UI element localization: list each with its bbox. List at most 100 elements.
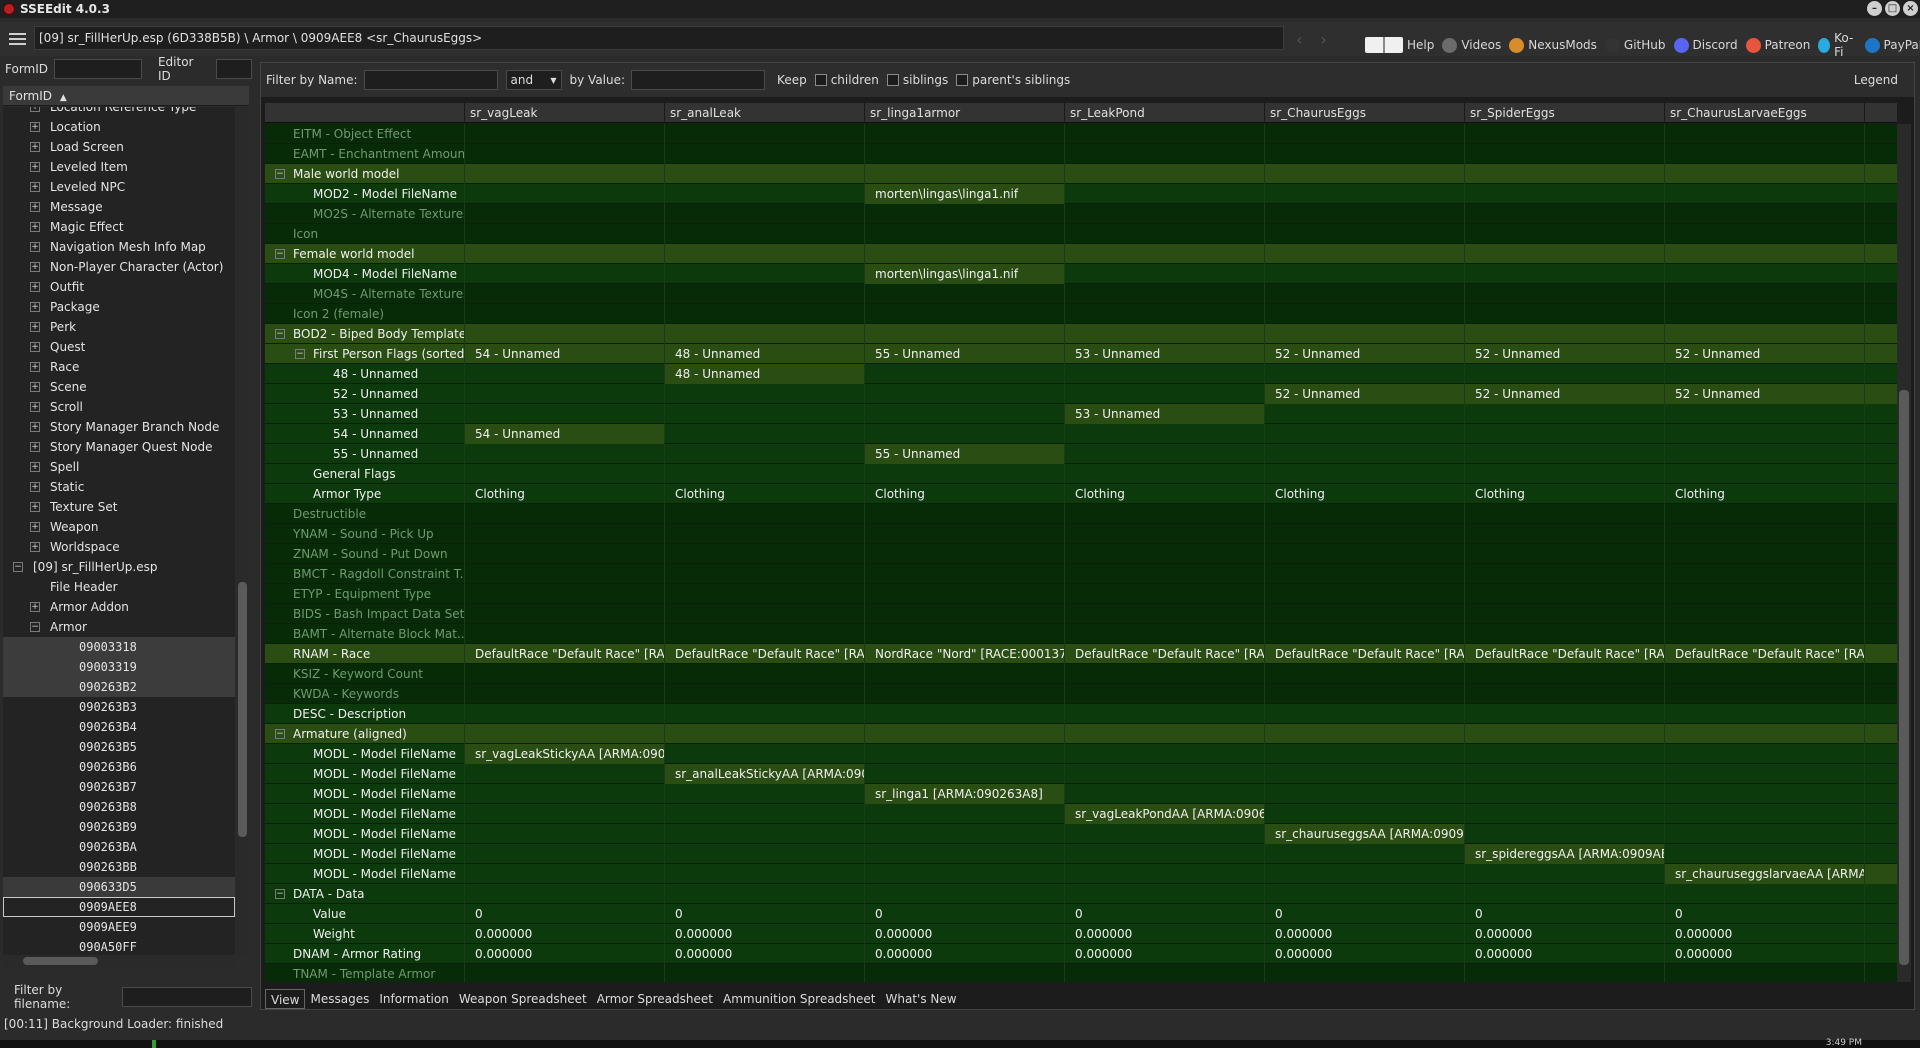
field-label-cell[interactable]: Icon 2 (female): [265, 304, 465, 324]
value-cell[interactable]: [1265, 624, 1465, 644]
record-column-header[interactable]: sr_linga1armor: [865, 103, 1065, 123]
value-cell[interactable]: [865, 744, 1065, 764]
value-cell[interactable]: DefaultRace "Default Race" [RAC...: [1465, 644, 1665, 664]
collapse-icon[interactable]: −: [13, 562, 23, 572]
value-cell[interactable]: [1065, 964, 1265, 982]
value-cell[interactable]: [465, 624, 665, 644]
formid-input[interactable]: [54, 59, 142, 79]
tree-item[interactable]: 090263B2: [3, 677, 235, 697]
expand-icon[interactable]: +: [30, 142, 40, 152]
tree-item[interactable]: 090263B5: [3, 737, 235, 757]
value-cell[interactable]: [865, 844, 1065, 864]
value-cell[interactable]: [465, 324, 665, 344]
value-cell[interactable]: [1465, 304, 1665, 324]
value-cell[interactable]: 54 - Unnamed: [465, 424, 665, 444]
value-cell[interactable]: [1665, 544, 1865, 564]
value-cell[interactable]: [1065, 144, 1265, 164]
tree-column-header[interactable]: FormID ▲: [3, 86, 249, 106]
field-label-cell[interactable]: MODL - Model FileName: [265, 744, 465, 764]
value-cell[interactable]: 0.000000: [865, 944, 1065, 964]
value-cell[interactable]: [465, 304, 665, 324]
field-label-cell[interactable]: MODL - Model FileName: [265, 864, 465, 884]
value-cell[interactable]: [865, 764, 1065, 784]
value-cell[interactable]: [1465, 164, 1665, 184]
record-column-header[interactable]: sr_ChaurusEggs: [1265, 103, 1465, 123]
collapse-icon[interactable]: −: [30, 622, 40, 632]
field-label-cell[interactable]: MOD2 - Model FileName: [265, 184, 465, 204]
value-cell[interactable]: [1465, 144, 1665, 164]
tree-item[interactable]: + Scene: [3, 377, 235, 397]
value-cell[interactable]: [865, 564, 1065, 584]
value-cell[interactable]: [1665, 704, 1865, 724]
tree-item[interactable]: − [09] sr_FillHerUp.esp: [3, 557, 235, 577]
value-cell[interactable]: [1465, 744, 1665, 764]
value-cell[interactable]: 0: [1265, 904, 1465, 924]
field-label-cell[interactable]: MOD4 - Model FileName: [265, 264, 465, 284]
field-label-cell[interactable]: 53 - Unnamed: [265, 404, 465, 424]
value-cell[interactable]: [665, 964, 865, 982]
collapse-icon[interactable]: −: [275, 169, 285, 179]
value-cell[interactable]: [1665, 684, 1865, 704]
value-cell[interactable]: [865, 664, 1065, 684]
value-cell[interactable]: [1665, 124, 1865, 144]
field-label-cell[interactable]: − BOD2 - Biped Body Template: [265, 324, 465, 344]
expand-icon[interactable]: +: [30, 422, 40, 432]
value-cell[interactable]: [1665, 444, 1865, 464]
value-cell[interactable]: [1465, 224, 1665, 244]
value-cell[interactable]: [1265, 364, 1465, 384]
value-cell[interactable]: 53 - Unnamed: [1065, 404, 1265, 424]
value-cell[interactable]: [465, 464, 665, 484]
value-cell[interactable]: [465, 964, 665, 982]
field-label-cell[interactable]: ETYP - Equipment Type: [265, 584, 465, 604]
tree-item[interactable]: + Outfit: [3, 277, 235, 297]
tree-item[interactable]: + Leveled NPC: [3, 177, 235, 197]
value-cell[interactable]: [465, 764, 665, 784]
value-cell[interactable]: [865, 624, 1065, 644]
field-label-cell[interactable]: MODL - Model FileName: [265, 824, 465, 844]
tab-view[interactable]: View: [265, 989, 306, 1009]
value-cell[interactable]: [865, 604, 1065, 624]
value-cell[interactable]: [1265, 184, 1465, 204]
field-label-cell[interactable]: KWDA - Keywords: [265, 684, 465, 704]
value-cell[interactable]: [1465, 184, 1665, 204]
value-cell[interactable]: 55 - Unnamed: [865, 344, 1065, 364]
value-cell[interactable]: NordRace "Nord" [RACE:0001374...: [865, 644, 1065, 664]
tree-item[interactable]: 090263B3: [3, 697, 235, 717]
value-cell[interactable]: [1265, 844, 1465, 864]
tree-item[interactable]: 090263B9: [3, 817, 235, 837]
value-cell[interactable]: [1465, 504, 1665, 524]
value-cell[interactable]: [1665, 884, 1865, 904]
value-cell[interactable]: 0: [1065, 904, 1265, 924]
value-cell[interactable]: 0: [465, 904, 665, 924]
value-cell[interactable]: [1265, 784, 1465, 804]
minimize-button[interactable]: –: [1867, 1, 1882, 16]
record-column-header[interactable]: sr_SpiderEggs: [1465, 103, 1665, 123]
value-cell[interactable]: 0.000000: [1665, 924, 1865, 944]
tree-item[interactable]: + Load Screen: [3, 137, 235, 157]
value-cell[interactable]: [665, 824, 865, 844]
value-cell[interactable]: [1665, 824, 1865, 844]
value-cell[interactable]: [865, 324, 1065, 344]
value-cell[interactable]: 0.000000: [1065, 944, 1265, 964]
value-cell[interactable]: [665, 244, 865, 264]
field-label-cell[interactable]: KSIZ - Keyword Count: [265, 664, 465, 684]
value-cell[interactable]: [1265, 444, 1465, 464]
value-cell[interactable]: [1265, 684, 1465, 704]
collapse-icon[interactable]: −: [275, 729, 285, 739]
value-cell[interactable]: DefaultRace "Default Race" [RAC...: [1265, 644, 1465, 664]
record-column-header[interactable]: sr_ChaurusLarvaeEggs: [1665, 103, 1865, 123]
value-cell[interactable]: [865, 284, 1065, 304]
value-cell[interactable]: [665, 444, 865, 464]
value-cell[interactable]: 52 - Unnamed: [1465, 344, 1665, 364]
tab-ammunition-spreadsheet[interactable]: Ammunition Spreadsheet: [718, 989, 881, 1009]
value-cell[interactable]: [465, 884, 665, 904]
collapse-icon[interactable]: −: [295, 349, 305, 359]
field-label-cell[interactable]: − Female world model: [265, 244, 465, 264]
value-cell[interactable]: [865, 124, 1065, 144]
value-cell[interactable]: [1065, 424, 1265, 444]
value-cell[interactable]: [465, 664, 665, 684]
expand-icon[interactable]: +: [30, 222, 40, 232]
value-cell[interactable]: [665, 844, 865, 864]
field-label-cell[interactable]: 52 - Unnamed: [265, 384, 465, 404]
value-cell[interactable]: [1065, 724, 1265, 744]
